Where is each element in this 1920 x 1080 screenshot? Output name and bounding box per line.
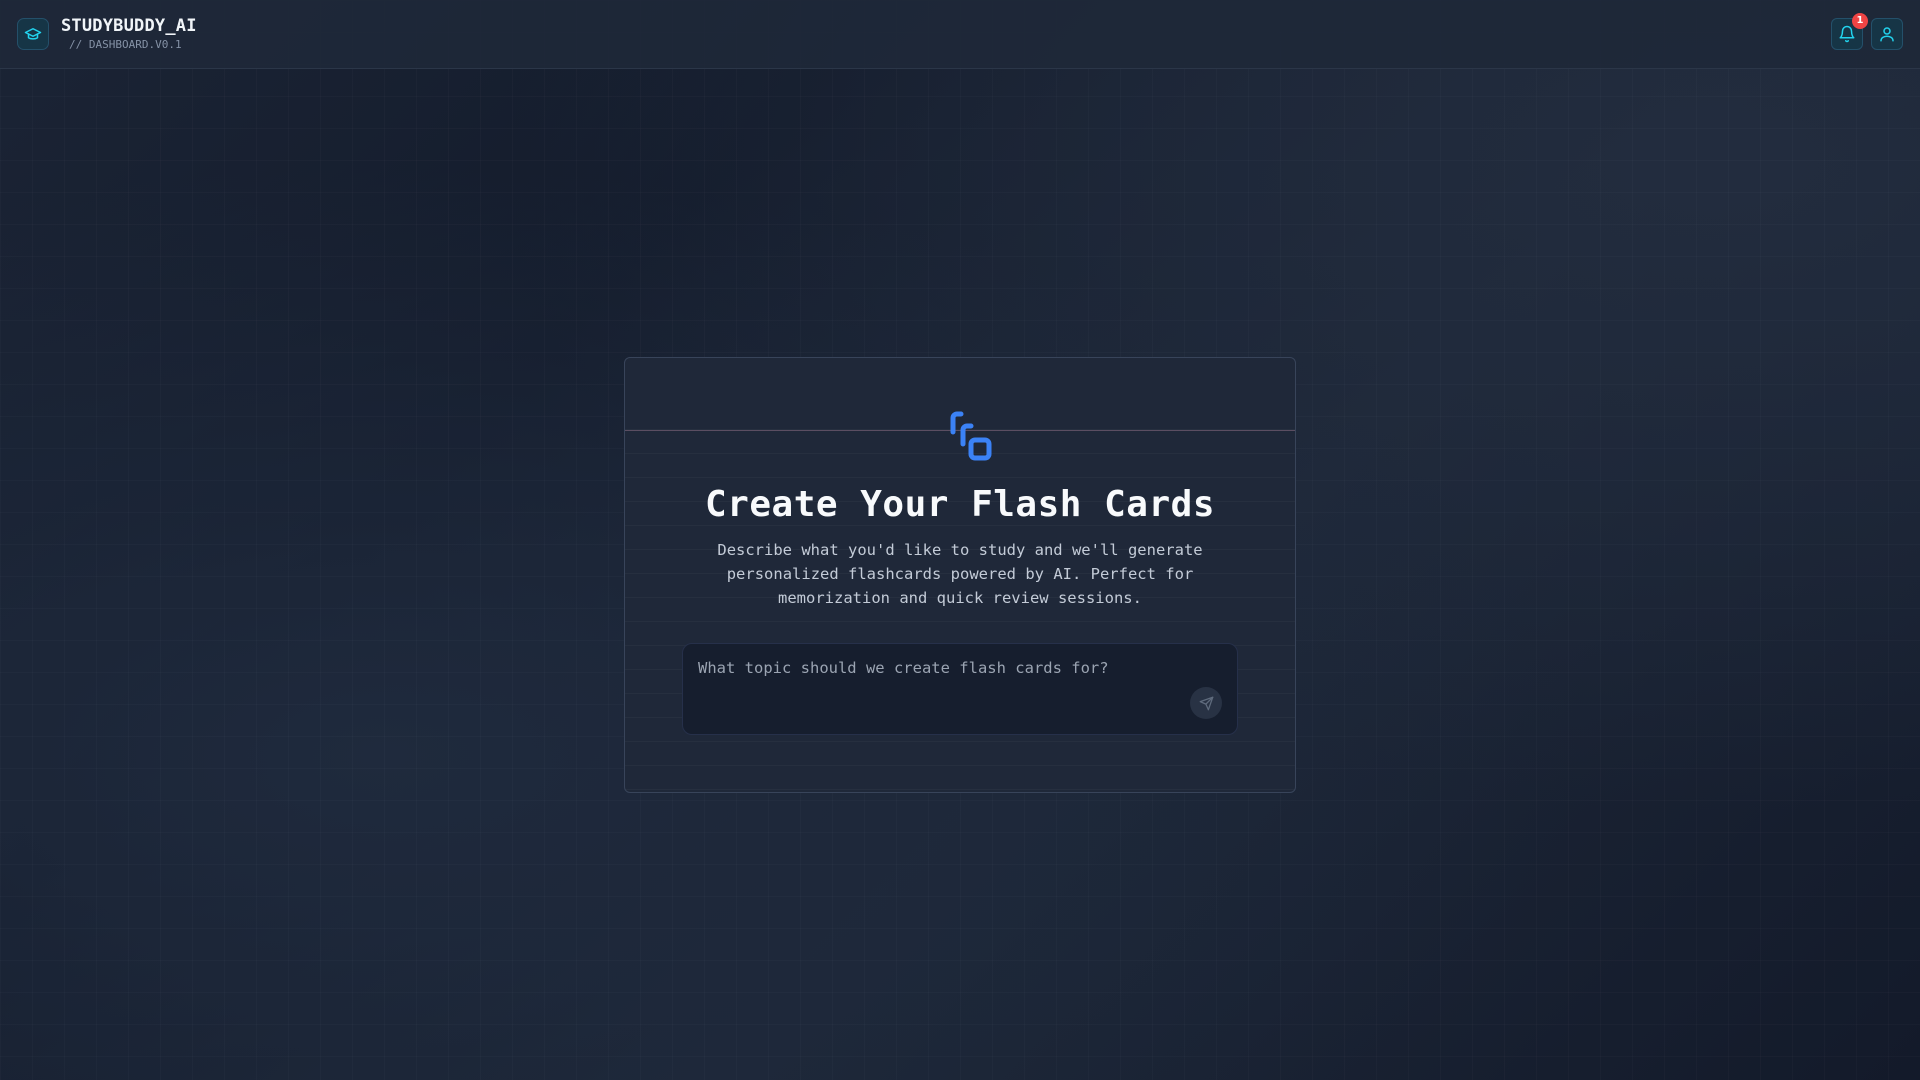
graduation-cap-icon[interactable]	[17, 18, 49, 50]
flashcard-creator-card: Create Your Flash Cards Describe what yo…	[624, 357, 1296, 793]
brand: STUDYBUDDY_AI // DASHBOARD.V0.1	[17, 16, 197, 52]
profile-button[interactable]	[1871, 18, 1903, 50]
top-actions: 1	[1831, 13, 1903, 50]
send-button[interactable]	[1190, 687, 1222, 719]
send-icon	[1199, 696, 1213, 710]
notifications-button[interactable]: 1	[1831, 13, 1868, 50]
bell-icon	[1839, 25, 1855, 43]
topic-input-container	[682, 643, 1238, 735]
brand-text: STUDYBUDDY_AI // DASHBOARD.V0.1	[61, 16, 197, 52]
app-title: STUDYBUDDY_AI	[61, 16, 197, 36]
notification-badge: 1	[1852, 13, 1868, 29]
topic-input[interactable]	[683, 644, 1237, 734]
app-subtitle: // DASHBOARD.V0.1	[69, 38, 182, 51]
flashcards-icon	[933, 406, 997, 470]
user-icon	[1880, 27, 1894, 42]
page-title: Create Your Flash Cards	[705, 484, 1215, 525]
top-bar: STUDYBUDDY_AI // DASHBOARD.V0.1 1	[0, 0, 1920, 69]
page-description: Describe what you'd like to study and we…	[717, 541, 1203, 607]
